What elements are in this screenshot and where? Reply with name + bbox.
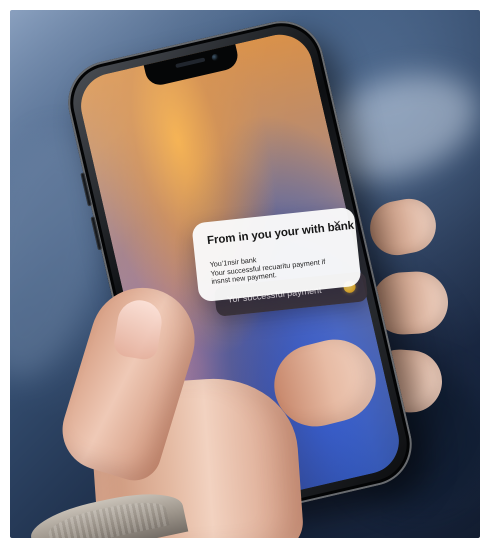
- sleeve-rib-texture: [45, 495, 170, 538]
- photo-frame: From in you your with bank ✕ You’1nsir b…: [10, 10, 480, 538]
- thumbnail-nail: [112, 297, 165, 362]
- speaker-icon: [175, 57, 206, 69]
- camera-icon: [211, 53, 220, 62]
- close-icon[interactable]: ✕: [330, 218, 345, 233]
- notification-body: You’1nsir bank Your successful recuaritu…: [209, 247, 347, 287]
- finger: [365, 194, 441, 260]
- notification-title: From in you your with bank: [206, 219, 355, 248]
